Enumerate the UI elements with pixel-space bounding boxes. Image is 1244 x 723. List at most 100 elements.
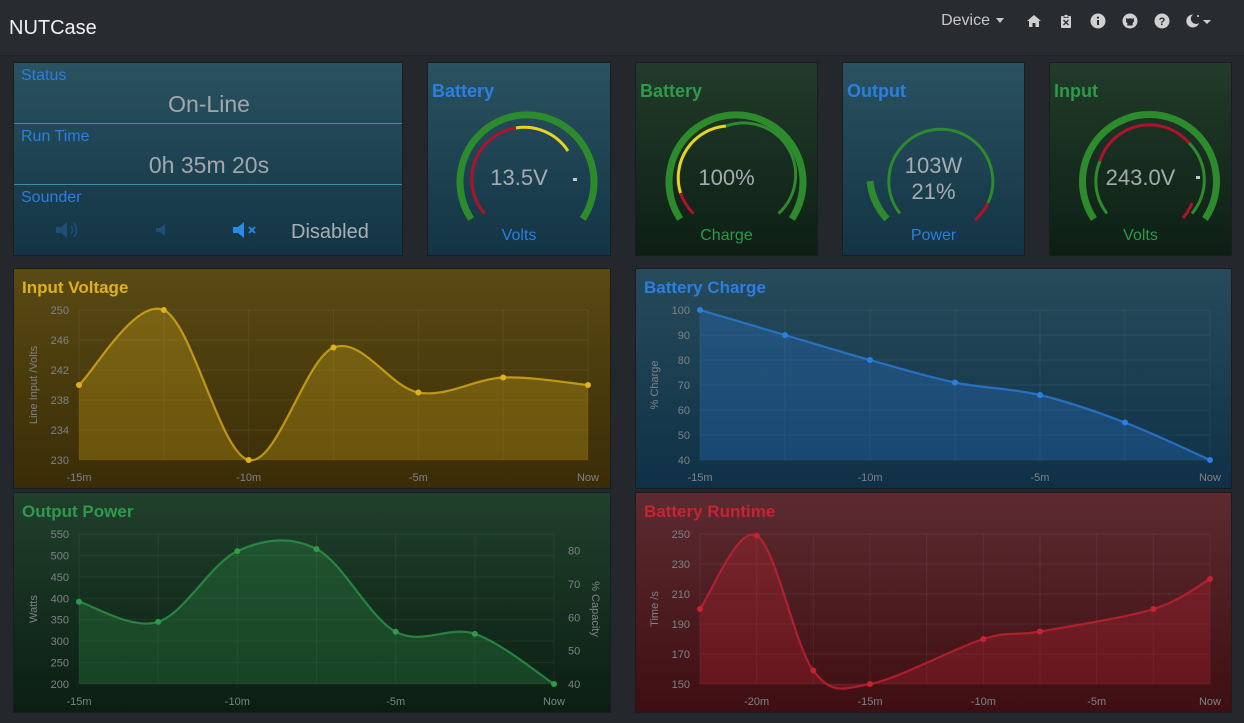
data-point[interactable]: [392, 628, 399, 635]
x-tick-label: -15m: [66, 696, 91, 708]
y-tick-label: 50: [678, 430, 690, 442]
x-tick-label: Now: [1199, 472, 1221, 484]
y-tick-label: 100: [672, 305, 690, 317]
y-tick-label: 242: [51, 365, 69, 377]
data-point[interactable]: [810, 667, 817, 674]
data-point[interactable]: [1207, 576, 1213, 582]
runtime-row: Run Time 0h 35m 20s: [14, 124, 402, 185]
y-tick-label: 300: [51, 636, 69, 648]
status-value: On-Line: [168, 91, 250, 117]
y-axis-label: % Charge: [649, 361, 661, 410]
y-tick-label: 200: [51, 679, 69, 691]
input-voltage-chart-card: Input Voltage 230 234 238 242 246 250 -15m -10m…: [13, 268, 611, 489]
y-tick-label: 246: [51, 335, 69, 347]
y-tick-label: 70: [678, 380, 690, 392]
sounder-row: Sounder Disabled: [14, 185, 402, 255]
chevron-down-icon: [996, 18, 1004, 24]
y2-tick-label: 60: [568, 612, 580, 624]
battery-charge-chart: 40 50 60 70 80 90 100 -15m -10m -5m Now % Charge: [649, 305, 1221, 484]
gauge-unit: Charge: [700, 227, 753, 244]
output-power-chart-card: Output Power 200 250 300 350 400 450 500 550 -15…: [13, 492, 611, 713]
y-axis-label: Line Input /Volts: [28, 345, 40, 424]
y-tick-label: 250: [51, 305, 69, 317]
x-tick-label: Now: [1199, 696, 1221, 708]
battery-voltage-gauge-card: Battery 13.5V Volts: [427, 62, 611, 256]
data-point[interactable]: [330, 344, 337, 351]
x-tick-label: -5m: [409, 472, 428, 484]
data-point[interactable]: [245, 457, 252, 463]
y2-tick-label: 40: [568, 679, 580, 691]
status-row: Status On-Line: [14, 63, 402, 124]
theme-moon-icon[interactable]: [1178, 10, 1218, 32]
data-point[interactable]: [160, 307, 167, 313]
info-icon[interactable]: [1082, 10, 1114, 32]
x-tick-label: -10m: [236, 472, 261, 484]
gauge-inner-yellow-arc: [515, 125, 570, 152]
data-point[interactable]: [551, 681, 557, 687]
data-point[interactable]: [313, 546, 320, 552]
gauge-unit: Power: [910, 227, 957, 244]
gauge-inner-red-arc-end: [1181, 202, 1194, 219]
y2-tick-label: 80: [568, 546, 580, 558]
gauge-inner-red-arc: [1098, 123, 1191, 162]
data-point[interactable]: [753, 532, 760, 539]
x-tick-label: -10m: [857, 472, 882, 484]
output-power-gauge-card: Output 103W 21% Power: [842, 62, 1025, 256]
y-tick-label: 500: [51, 550, 69, 562]
data-point[interactable]: [585, 382, 591, 388]
data-point[interactable]: [155, 618, 162, 625]
x-tick-label: -10m: [225, 696, 250, 708]
data-point[interactable]: [471, 630, 478, 637]
y-tick-label: 170: [672, 649, 690, 661]
help-icon[interactable]: ?: [1146, 10, 1178, 32]
github-icon[interactable]: [1114, 10, 1146, 32]
data-point[interactable]: [782, 332, 788, 338]
data-point[interactable]: [980, 636, 987, 642]
gauge-value-line1: 103W: [904, 153, 963, 178]
data-point[interactable]: [1150, 606, 1157, 612]
clipboard-icon[interactable]: [1050, 10, 1082, 32]
y2-tick-label: 70: [568, 579, 580, 591]
data-point[interactable]: [697, 606, 703, 612]
series-area: [79, 540, 554, 684]
input-voltage-chart: 230 234 238 242 246 250 -15m -10m -5m Now Line Inp…: [28, 305, 599, 484]
status-label: Status: [21, 67, 67, 84]
data-point[interactable]: [697, 307, 703, 313]
data-point[interactable]: [415, 389, 422, 396]
app-title[interactable]: NUTCase: [9, 17, 97, 40]
x-tick-label: -10m: [971, 696, 996, 708]
y-tick-label: 550: [51, 529, 69, 541]
data-point[interactable]: [76, 598, 82, 605]
y2-tick-label: 50: [568, 646, 580, 658]
y-tick-label: 234: [51, 425, 69, 437]
sounder-state: Disabled: [291, 221, 369, 243]
data-point[interactable]: [500, 374, 507, 381]
y2-axis-label: % Capacity: [589, 581, 601, 637]
data-point[interactable]: [234, 548, 241, 555]
y-tick-label: 210: [672, 589, 690, 601]
data-point[interactable]: [1122, 419, 1128, 426]
volume-mute-icon[interactable]: [231, 220, 261, 240]
y-tick-label: 230: [672, 559, 690, 571]
home-icon[interactable]: [1018, 10, 1050, 32]
y-tick-label: 190: [672, 619, 690, 631]
data-point[interactable]: [952, 379, 958, 386]
volume-low-icon[interactable]: [152, 220, 172, 240]
top-navbar: NUTCase Device ?: [0, 0, 1244, 56]
x-tick-label: -5m: [1031, 472, 1050, 484]
data-point[interactable]: [867, 681, 873, 687]
gauge-unit: Volts: [501, 227, 537, 244]
gauge-value: 13.5V: [490, 165, 548, 190]
data-point[interactable]: [1037, 392, 1043, 398]
device-dropdown[interactable]: Device: [941, 12, 1004, 30]
x-tick-label: -5m: [1087, 696, 1106, 708]
x-tick-label: Now: [577, 472, 599, 484]
gauge-value: 243.0V: [1105, 165, 1176, 190]
data-point[interactable]: [1037, 628, 1043, 635]
data-point[interactable]: [76, 382, 82, 388]
data-point[interactable]: [867, 357, 873, 363]
y-tick-label: 250: [51, 658, 69, 670]
volume-high-icon[interactable]: [54, 220, 84, 240]
x-tick-label: -15m: [687, 472, 712, 484]
data-point[interactable]: [1207, 457, 1213, 463]
